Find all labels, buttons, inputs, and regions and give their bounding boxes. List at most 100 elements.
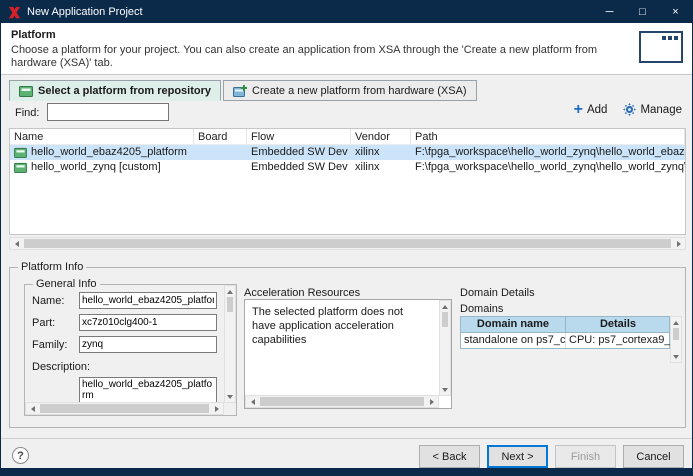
minimize-button[interactable]: ─ (593, 1, 626, 23)
scroll-right-icon[interactable] (425, 396, 438, 407)
scrollbar-thumb[interactable] (40, 404, 209, 413)
platform-tabs: Select a platform from repository Create… (9, 80, 479, 101)
domain-details: CPU: ps7_cortexa9_0C (566, 333, 671, 348)
scrollbar-thumb[interactable] (260, 397, 424, 406)
window-bottom-border (1, 468, 692, 475)
platform-vendor: xilinx (351, 160, 411, 175)
acceleration-message: The selected platform does not have appl… (252, 305, 428, 347)
domains-label: Domains (460, 303, 503, 315)
close-button[interactable]: × (659, 1, 692, 23)
gear-icon (623, 103, 636, 116)
family-field[interactable] (79, 336, 217, 353)
tab-select-platform-repository[interactable]: Select a platform from repository (9, 80, 221, 101)
add-button[interactable]: + Add (574, 104, 608, 116)
maximize-button[interactable]: □ (626, 1, 659, 23)
add-plus-icon: + (574, 104, 583, 116)
platform-name: hello_world_zynq [custom] (31, 160, 161, 175)
footer-divider (1, 438, 692, 439)
column-header-board[interactable]: Board (194, 129, 247, 144)
name-label: Name: (32, 295, 64, 307)
platform-flow: Embedded SW Dev (247, 145, 351, 160)
platform-icon (19, 85, 33, 97)
platform-info-title: Platform Info (18, 261, 86, 273)
scrollbar-thumb[interactable] (227, 297, 233, 312)
tab-label: Create a new platform from hardware (XSA… (252, 85, 467, 97)
manage-button[interactable]: Manage (623, 103, 682, 116)
platform-vendor: xilinx (351, 145, 411, 160)
column-header-details: Details (566, 317, 671, 333)
general-info-horizontal-scrollbar[interactable] (25, 402, 224, 415)
scroll-up-icon[interactable] (225, 287, 235, 296)
table-row[interactable]: hello_world_zynq [custom] Embedded SW De… (10, 160, 685, 175)
scroll-left-icon[interactable] (246, 396, 259, 407)
platform-info-group: Platform Info General Info Name: Part: F… (9, 267, 686, 428)
name-field[interactable] (79, 292, 217, 309)
platform-icon (14, 162, 27, 173)
help-button[interactable]: ? (12, 447, 29, 464)
column-header-path[interactable]: Path (411, 129, 685, 144)
table-row[interactable]: hello_world_ebaz4205_platform [custom] E… (10, 145, 685, 160)
platform-table-header: Name Board Flow Vendor Path (10, 129, 685, 145)
domains-table-header: Domain name Details (461, 317, 669, 333)
scroll-down-icon[interactable] (671, 352, 681, 361)
tab-label: Select a platform from repository (38, 85, 211, 97)
scroll-right-icon[interactable] (672, 238, 685, 249)
find-input[interactable] (47, 103, 169, 121)
part-field[interactable] (79, 314, 217, 331)
wizard-banner: Platform Choose a platform for your proj… (1, 23, 692, 75)
page-title: Platform (11, 29, 56, 41)
xilinx-logo-icon (8, 6, 21, 19)
acceleration-resources-title: Acceleration Resources (244, 287, 360, 299)
scrollbar-thumb[interactable] (24, 239, 671, 248)
finish-button: Finish (555, 445, 616, 468)
column-header-vendor[interactable]: Vendor (351, 129, 411, 144)
find-label: Find: (15, 107, 39, 119)
platform-path: F:\fpga_workspace\hello_world_zynq\hello… (411, 160, 685, 175)
add-label: Add (587, 104, 607, 116)
scrollbar-thumb[interactable] (442, 312, 448, 327)
table-row[interactable]: standalone on ps7_corte... CPU: ps7_cort… (461, 333, 669, 348)
next-button[interactable]: Next > (487, 445, 548, 468)
scroll-left-icon[interactable] (10, 238, 23, 249)
scroll-down-icon[interactable] (440, 385, 450, 394)
column-header-flow[interactable]: Flow (247, 129, 351, 144)
acceleration-resources-panel: The selected platform does not have appl… (244, 299, 452, 409)
scrollbar-thumb[interactable] (673, 328, 679, 340)
acceleration-horizontal-scrollbar[interactable] (245, 395, 439, 408)
general-info-title: General Info (33, 278, 100, 290)
scroll-up-icon[interactable] (671, 318, 681, 327)
platform-icon (14, 147, 27, 158)
general-info-group: General Info Name: Part: Family: Descrip… (24, 284, 237, 416)
wizard-graphic-icon (639, 31, 683, 63)
window-title: New Application Project (27, 6, 143, 18)
new-platform-icon (233, 85, 247, 97)
scroll-down-icon[interactable] (225, 392, 235, 401)
general-info-vertical-scrollbar[interactable] (224, 285, 236, 403)
scroll-right-icon[interactable] (210, 403, 223, 414)
back-button[interactable]: < Back (419, 445, 480, 468)
platform-table: Name Board Flow Vendor Path hello_world_… (9, 128, 686, 235)
domains-table: Domain name Details standalone on ps7_co… (460, 316, 670, 349)
platform-name: hello_world_ebaz4205_platform [custom] (31, 145, 190, 160)
scroll-up-icon[interactable] (440, 302, 450, 311)
wizard-buttons: < Back Next > Finish Cancel (419, 445, 684, 468)
acceleration-vertical-scrollbar[interactable] (439, 300, 451, 396)
scroll-left-icon[interactable] (26, 403, 39, 414)
toolbar-actions: + Add Manage (574, 103, 682, 116)
domain-details-title: Domain Details (460, 287, 535, 299)
platform-flow: Embedded SW Dev (247, 160, 351, 175)
family-label: Family: (32, 339, 67, 351)
part-label: Part: (32, 317, 55, 329)
description-label: Description: (32, 361, 90, 373)
titlebar: New Application Project ─ □ × (1, 1, 692, 23)
page-description: Choose a platform for your project. You … (11, 44, 623, 70)
window-controls: ─ □ × (593, 1, 692, 23)
table-horizontal-scrollbar[interactable] (9, 237, 686, 250)
column-header-domain-name: Domain name (461, 317, 566, 333)
new-application-project-window: New Application Project ─ □ × Platform C… (0, 0, 693, 476)
domains-vertical-scrollbar[interactable] (670, 316, 682, 363)
tab-create-platform-from-xsa[interactable]: Create a new platform from hardware (XSA… (223, 80, 477, 101)
cancel-button[interactable]: Cancel (623, 445, 684, 468)
manage-label: Manage (640, 104, 682, 116)
column-header-name[interactable]: Name (10, 129, 194, 144)
